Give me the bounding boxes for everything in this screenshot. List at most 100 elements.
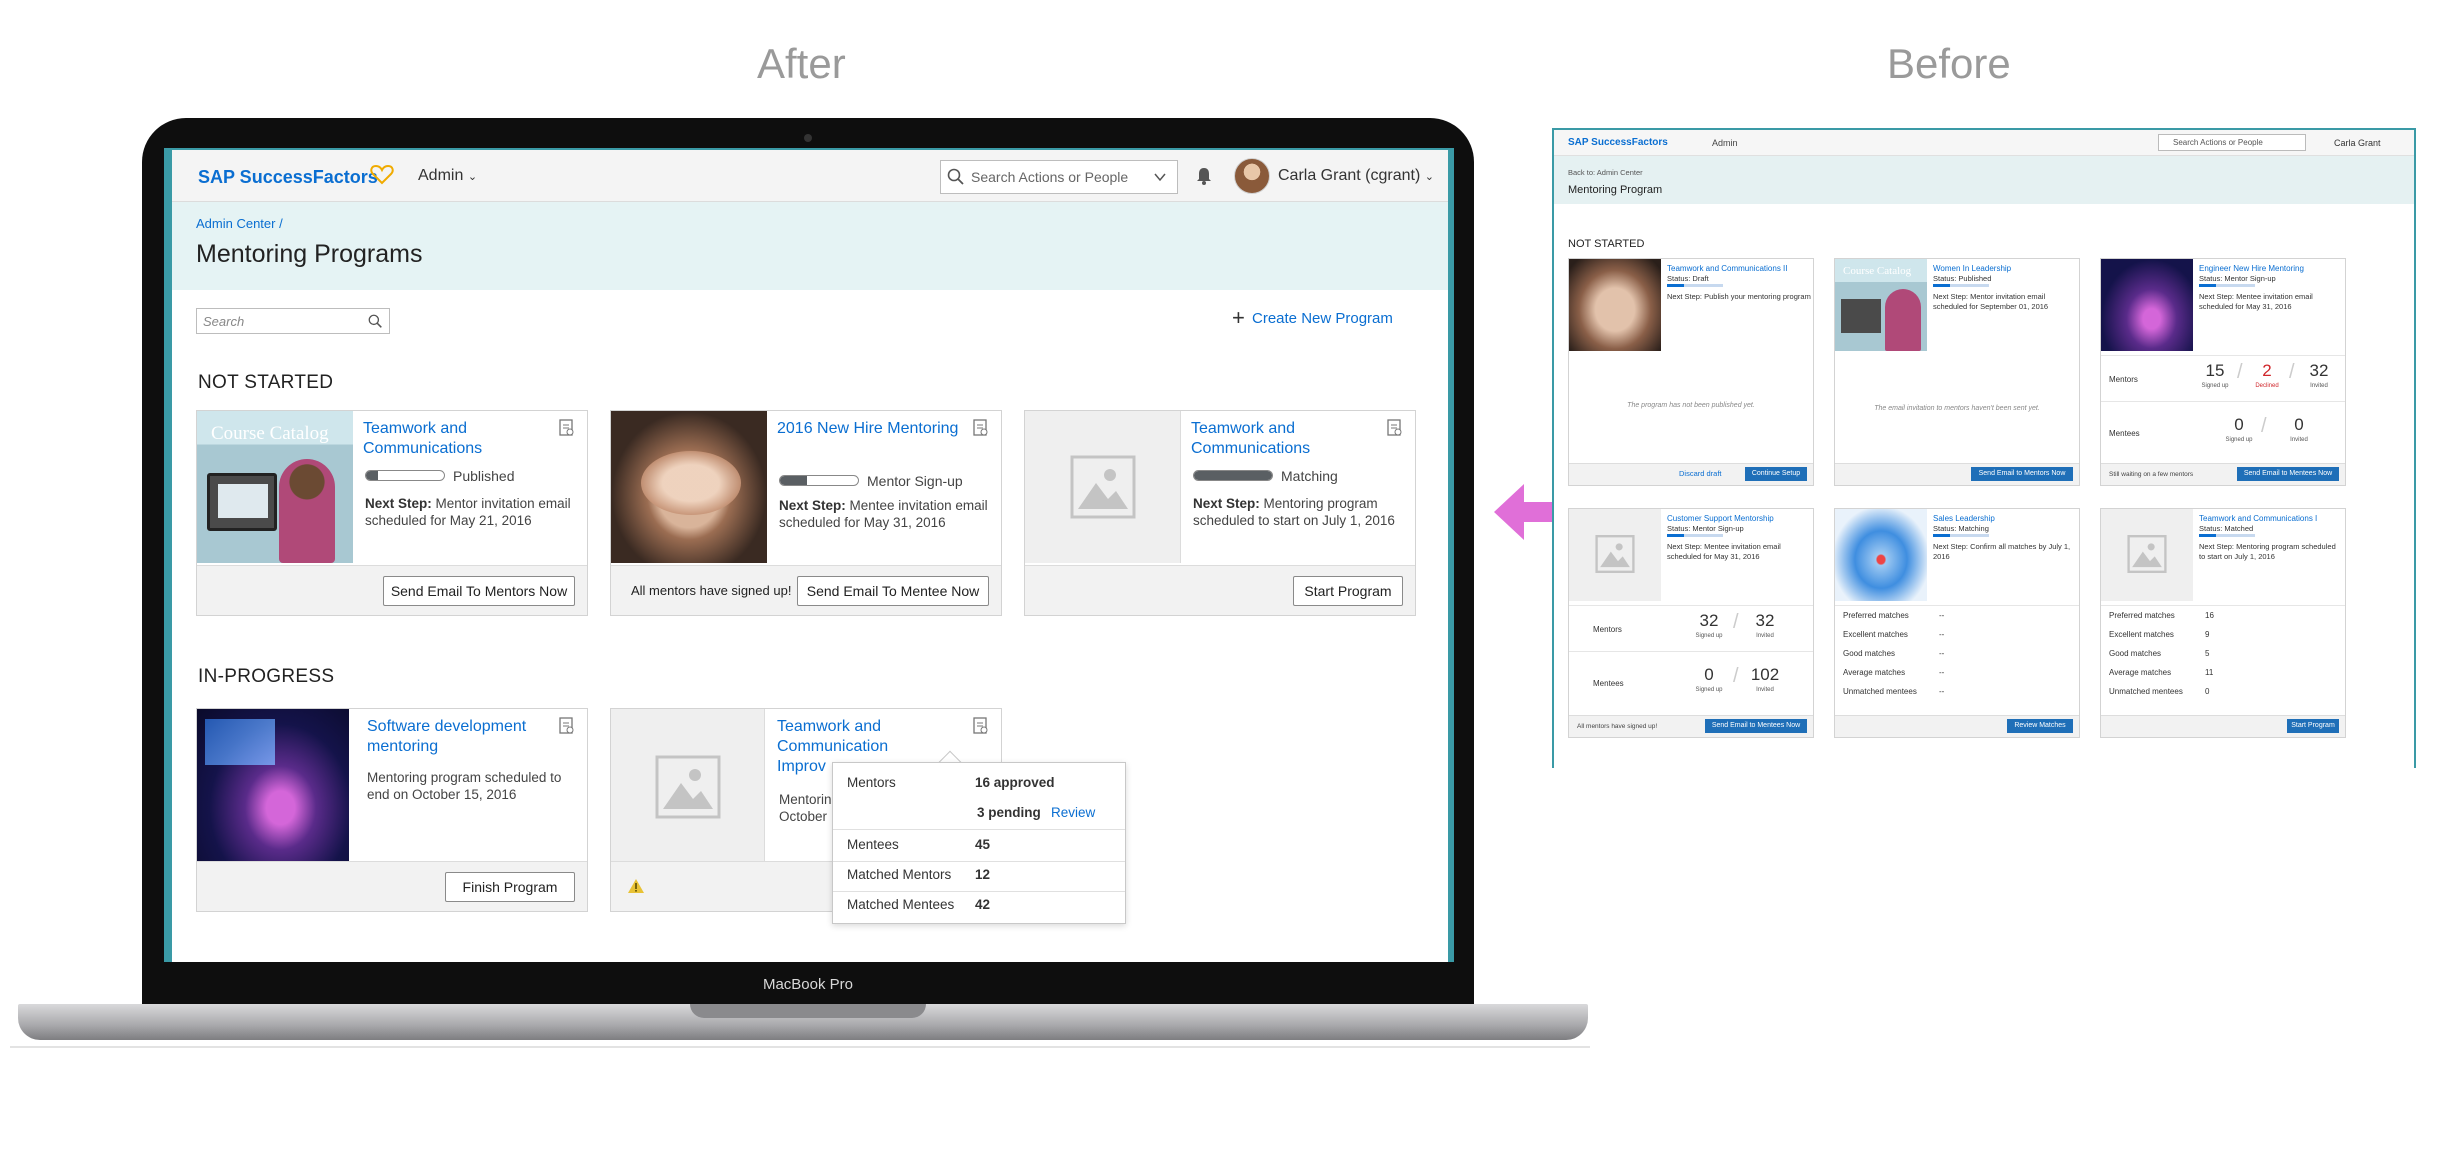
chevron-down-icon: ⌄: [467, 171, 478, 183]
user-menu[interactable]: Carla Grant (cgrant) ⌄: [1278, 167, 1434, 185]
card-footer: All mentors have signed up! Send Email T…: [611, 565, 1001, 615]
document-icon[interactable]: [559, 419, 575, 437]
app-screen: SAP SuccessFactors Admin ⌄ Search Action…: [172, 150, 1448, 962]
search-icon: [947, 168, 964, 185]
stat-value: 102: [1750, 665, 1780, 684]
start-program-button[interactable]: Start Program: [1293, 576, 1403, 606]
program-search-input[interactable]: Search: [196, 308, 390, 334]
card-footer: All mentors have signed up! Send Email t…: [1569, 715, 1813, 737]
card-title: Engineer New Hire Mentoring: [2199, 264, 2304, 273]
section-not-started: NOT STARTED: [1568, 238, 1645, 250]
breadcrumb[interactable]: Admin Center /: [196, 216, 283, 231]
card-title[interactable]: Teamwork and Communications: [363, 419, 553, 459]
status-text: Status: Mentor Sign-up: [2199, 274, 2276, 283]
progress-bar: [1667, 534, 1723, 537]
next-step-text: Next Step: Mentee invitation email sched…: [2199, 292, 2313, 311]
status-text: Matching: [1281, 468, 1338, 484]
match-row-label: Unmatched mentees: [1843, 687, 1917, 696]
card-title: Teamwork and Communications I: [2199, 514, 2318, 523]
match-row-value: 9: [2205, 630, 2210, 639]
document-icon[interactable]: [973, 419, 989, 437]
admin-menu: Admin: [1712, 138, 1738, 148]
match-row-label: Good matches: [2109, 649, 2162, 658]
top-bar: SAP SuccessFactors Admin ⌄ Search Action…: [172, 150, 1448, 202]
global-search-input[interactable]: Search Actions or People: [940, 160, 1178, 194]
section-in-progress: IN-PROGRESS: [198, 666, 335, 687]
review-link[interactable]: Review: [1051, 805, 1095, 820]
image-caption: Course Catalog: [211, 423, 329, 444]
status-text: Status: Mentor Sign-up: [1667, 524, 1744, 533]
hands-image: [1569, 259, 1661, 351]
plus-icon[interactable]: +: [1232, 307, 1245, 329]
send-email-mentee-button[interactable]: Send Email To Mentee Now: [797, 576, 989, 606]
card-footer: Start Program: [2101, 715, 2345, 737]
program-card[interactable]: 2016 New Hire Mentoring Mentor Sign-up N…: [610, 410, 1002, 616]
review-matches-button: Review Matches: [2007, 719, 2073, 733]
card-title[interactable]: 2016 New Hire Mentoring: [777, 419, 967, 439]
program-card: Teamwork and Communications II Status: D…: [1568, 258, 1814, 486]
next-step-text: Next Step: Mentoring program scheduled t…: [2199, 542, 2336, 561]
send-email-mentees-button: Send Email to Mentees Now: [1705, 719, 1807, 733]
match-row-label: Preferred matches: [1843, 611, 1909, 620]
program-card[interactable]: Course Catalog Teamwork and Communicatio…: [196, 410, 588, 616]
hands-image: [611, 411, 767, 563]
create-new-program-button[interactable]: Create New Program: [1252, 310, 1393, 327]
start-program-button: Start Program: [2287, 719, 2339, 733]
progress-fill: [1194, 471, 1272, 480]
document-icon[interactable]: [973, 717, 989, 735]
discard-draft-link: Discard draft: [1679, 469, 1722, 478]
notification-bell-icon[interactable]: [1194, 166, 1214, 186]
mentees-label: Mentees: [1593, 679, 1624, 688]
search-placeholder: Search: [203, 314, 245, 329]
progress-bar: [1933, 284, 1989, 287]
page-title: Mentoring Program: [1568, 184, 1663, 196]
card-text: Mentoring program scheduled to end on Oc…: [367, 770, 562, 802]
card-title[interactable]: Software development mentoring: [367, 717, 567, 757]
search-placeholder: Search Actions or People: [971, 169, 1129, 185]
next-step-text: Next Step: Publish your mentoring progra…: [1667, 292, 1811, 301]
warning-icon[interactable]: [627, 878, 645, 894]
next-step-text: Next Step: Mentor invitation email sched…: [1933, 292, 2049, 311]
stat-label: Invited: [1756, 687, 1774, 693]
match-row-label: Excellent matches: [2109, 630, 2174, 639]
card-footer: Discard draft Continue Setup: [1569, 463, 1813, 485]
next-step-text: Next Step: Mentee invitation email sched…: [1667, 542, 1781, 561]
stat-label: Signed up: [2225, 437, 2253, 443]
stat-label: Invited: [2290, 437, 2308, 443]
brand-logo[interactable]: SAP SuccessFactors: [198, 167, 378, 188]
document-icon[interactable]: [1387, 419, 1403, 437]
heart-icon: [370, 164, 394, 185]
match-row-label: Good matches: [1843, 649, 1896, 658]
course-catalog-image: Course Catalog: [1835, 259, 1927, 351]
program-card: Customer Support Mentorship Status: Ment…: [1568, 508, 1814, 738]
admin-menu[interactable]: Admin ⌄: [418, 167, 477, 185]
brand-logo: SAP SuccessFactors: [1568, 137, 1668, 148]
document-icon[interactable]: [559, 717, 575, 735]
send-email-mentees-button: Send Email to Mentees Now: [2237, 467, 2339, 481]
camera-icon: [804, 134, 812, 142]
after-heading: After: [757, 40, 846, 87]
match-row-label: Average matches: [2109, 668, 2172, 677]
stat-value: 0: [1704, 665, 1714, 684]
card-message: The email invitation to mentors haven't …: [1874, 405, 2040, 412]
program-card[interactable]: Software development mentoring Mentoring…: [196, 708, 588, 912]
stat-label: Invited: [2310, 383, 2328, 389]
send-email-mentors-button: Send Email to Mentors Now: [1971, 467, 2073, 481]
send-email-mentors-button[interactable]: Send Email To Mentors Now: [383, 576, 575, 606]
card-footer: Start Program: [1025, 565, 1415, 615]
stat-label: Declined: [2255, 383, 2279, 389]
chevron-down-icon[interactable]: [1153, 170, 1167, 184]
laptop-graphic: [1841, 299, 1881, 333]
program-card[interactable]: Teamwork and Communications Matching Nex…: [1024, 410, 1416, 616]
match-row-value: --: [1939, 611, 1945, 620]
stats-popover: Mentors 16 approved 3 pending Review Mente…: [832, 762, 1126, 924]
image-placeholder: [611, 709, 765, 861]
finish-program-button[interactable]: Finish Program: [445, 872, 575, 902]
stat-value: 32: [1699, 611, 1719, 630]
match-row-value: 11: [2205, 668, 2214, 677]
card-title[interactable]: Teamwork and Communications: [1191, 419, 1381, 459]
card-footer: Send Email To Mentors Now: [197, 565, 587, 615]
mentors-label: Mentors: [2109, 375, 2138, 384]
mentees-label: Mentees: [2109, 429, 2140, 438]
avatar[interactable]: [1234, 158, 1270, 194]
